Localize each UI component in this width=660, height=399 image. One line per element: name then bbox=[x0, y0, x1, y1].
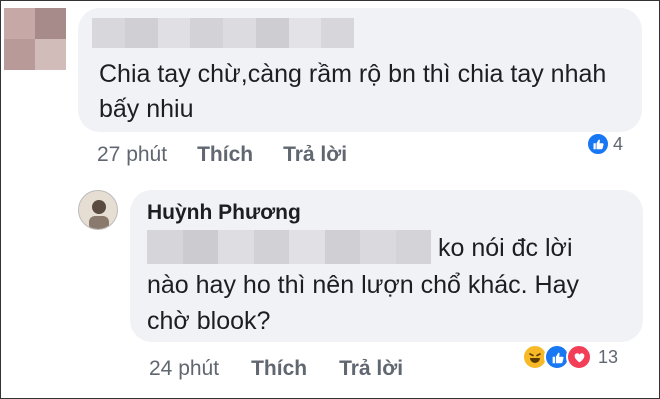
mentioned-name-blurred[interactable] bbox=[147, 230, 431, 264]
comment-timestamp[interactable]: 27 phút bbox=[97, 143, 167, 167]
reply-timestamp[interactable]: 24 phút bbox=[149, 357, 219, 381]
like-icon bbox=[586, 132, 610, 156]
love-icon bbox=[566, 344, 592, 370]
like-button[interactable]: Thích bbox=[251, 357, 307, 381]
reply-author-name[interactable]: Huỳnh Phương bbox=[147, 201, 301, 225]
like-button[interactable]: Thích bbox=[197, 143, 253, 167]
reaction-count: 13 bbox=[598, 346, 619, 367]
reply-button[interactable]: Trả lời bbox=[283, 143, 347, 167]
reply-author-avatar[interactable] bbox=[78, 190, 118, 230]
reply-reactions[interactable]: 13 bbox=[522, 344, 618, 370]
reply-actions: 24 phút Thích Trả lời bbox=[149, 356, 403, 382]
reply-button[interactable]: Trả lời bbox=[339, 357, 403, 381]
comment-actions: 27 phút Thích Trả lời bbox=[97, 142, 347, 168]
reply-text-line1: ko nói đc lời bbox=[438, 234, 573, 262]
comment-reactions[interactable]: 4 bbox=[586, 132, 623, 156]
reaction-count: 4 bbox=[613, 133, 624, 154]
commenter-avatar-blurred[interactable] bbox=[4, 8, 66, 70]
reply-text: nào hay ho thì nên lượn chổ khác. Hay ch… bbox=[147, 271, 580, 335]
commenter-name-blurred[interactable] bbox=[92, 18, 354, 48]
comment-text: Chia tay chừ,càng rầm rộ bn thì chia tay… bbox=[99, 60, 607, 123]
